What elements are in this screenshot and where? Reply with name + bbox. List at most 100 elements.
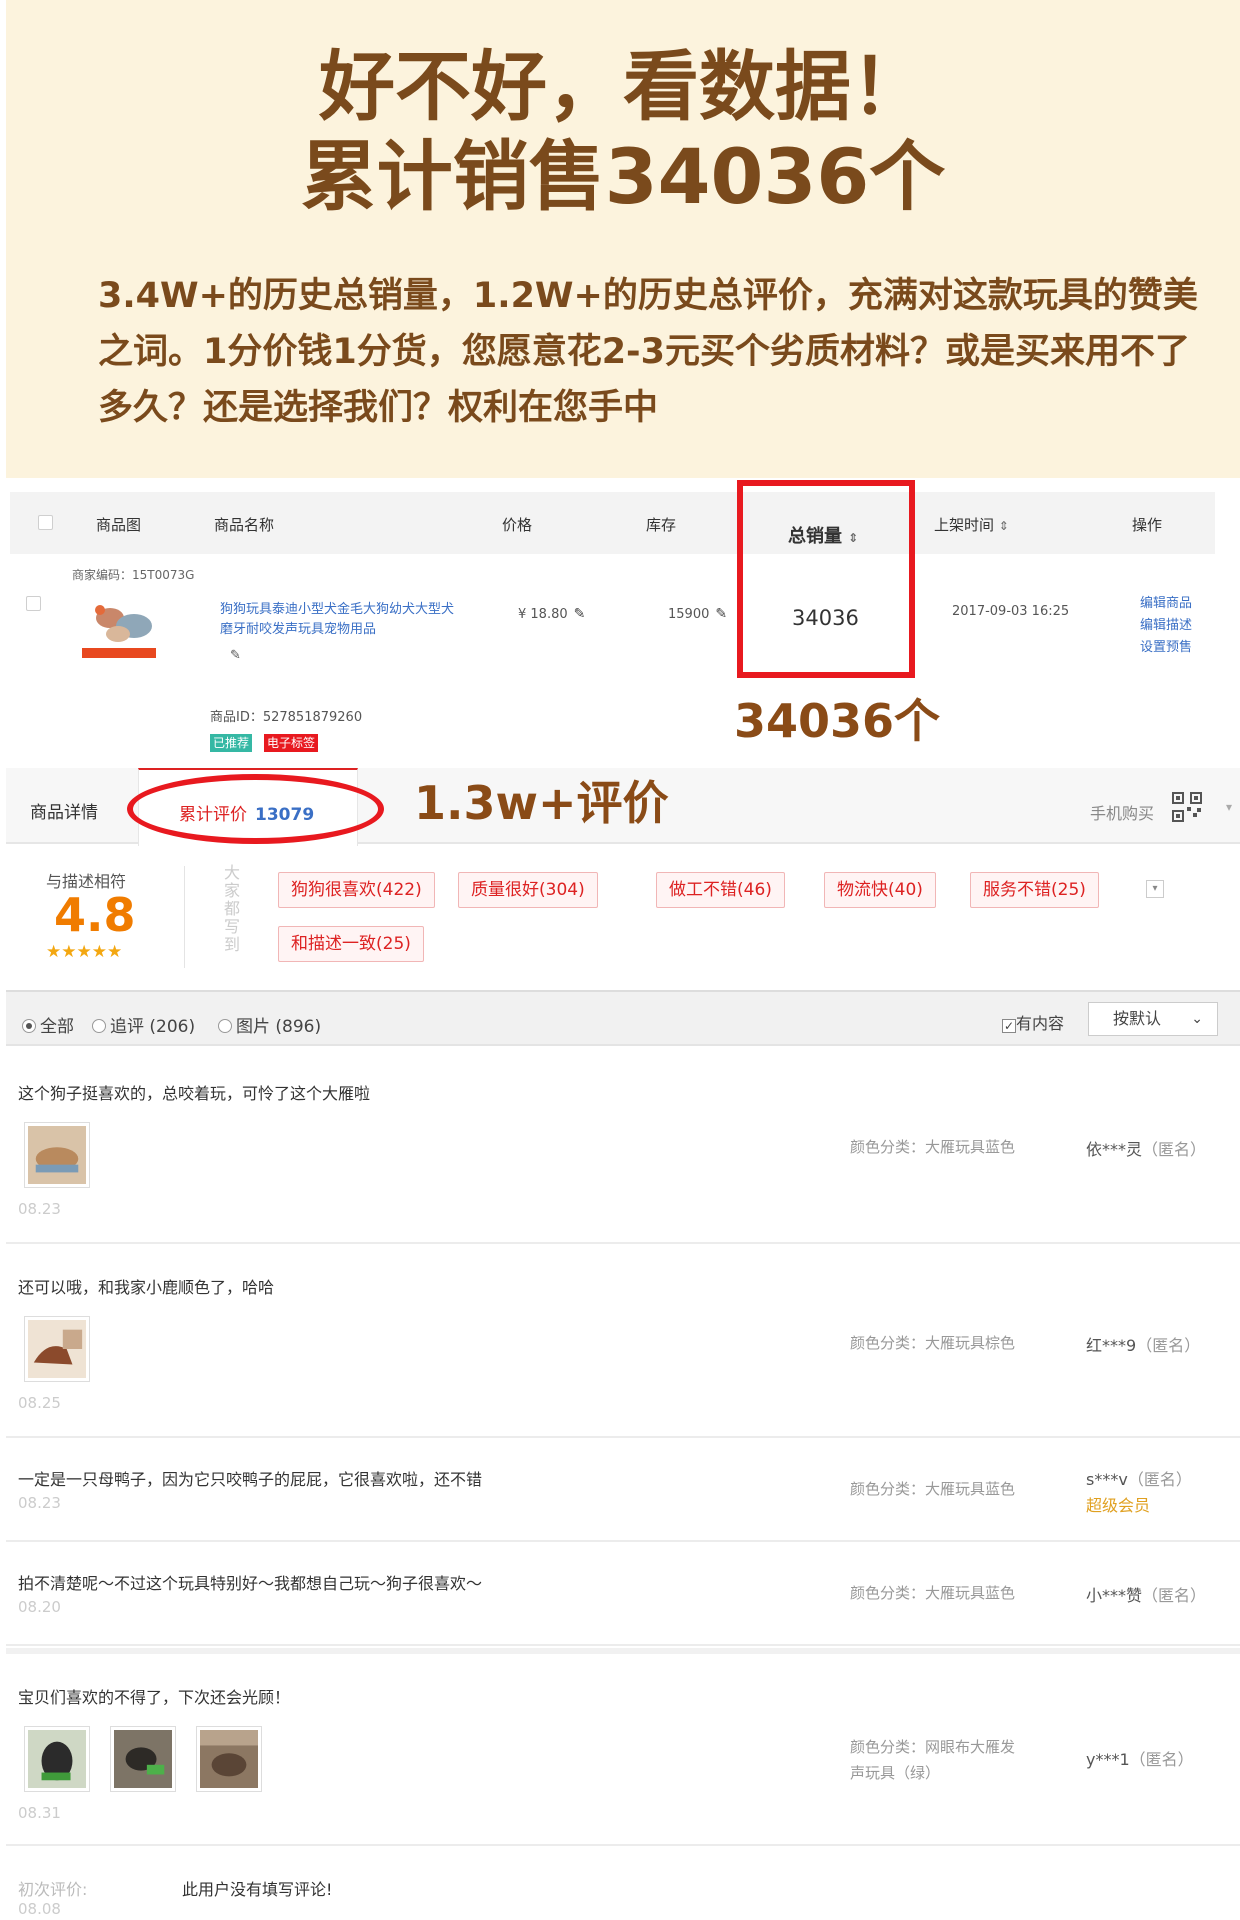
- review-photo-image: [200, 1730, 258, 1788]
- merchant-code: 商家编码：15T0073G: [72, 568, 195, 582]
- review-item: 这个狗子挺喜欢的，总咬着玩，可怜了这个大雁啦 08.23 颜色分类：大雁玩具蓝色…: [6, 1048, 1240, 1244]
- review-text: 这个狗子挺喜欢的，总咬着玩，可怜了这个大雁啦: [18, 1084, 371, 1103]
- review-text: 一定是一只母鸭子，因为它只咬鸭子的屁屁，它很喜欢啦，还不错: [18, 1470, 483, 1489]
- review-color-category: 颜色分类：大雁玩具棕色: [850, 1334, 1016, 1352]
- banner-description: 3.4W+的历史总销量，1.2W+的历史总评价，充满对这款玩具的赞美之词。1分价…: [98, 276, 1198, 428]
- expand-tags-chevron-icon[interactable]: ▾: [1146, 880, 1164, 898]
- review-date: 08.23: [18, 1494, 61, 1512]
- qr-code-icon[interactable]: [1172, 792, 1202, 822]
- tags-vertical-label: 大家都写到: [224, 863, 241, 954]
- review-user: 红***9（匿名）: [1086, 1336, 1201, 1355]
- banner-title-line1: 好不好，看数据！: [319, 42, 927, 131]
- review-user: y***1（匿名）: [1086, 1750, 1194, 1769]
- review-text: 拍不清楚呢～不过这个玩具特别好～我都想自己玩～狗子很喜欢～: [18, 1574, 483, 1593]
- header-image: 商品图: [96, 516, 142, 534]
- review-item: 拍不清楚呢～不过这个玩具特别好～我都想自己玩～狗子很喜欢～ 08.20 颜色分类…: [6, 1544, 1240, 1646]
- review-item: 还可以哦，和我家小鹿顺色了，哈哈 08.25 颜色分类：大雁玩具棕色 红***9…: [6, 1246, 1240, 1438]
- review-photo-image: [28, 1730, 86, 1788]
- edit-name-pencil-icon[interactable]: ✎: [230, 648, 241, 663]
- review-user: 依***灵（匿名）: [1086, 1140, 1207, 1159]
- vip-badge: 超级会员: [1086, 1496, 1151, 1515]
- review-date: 08.23: [18, 1200, 61, 1218]
- initial-review-text: 此用户没有填写评论!: [182, 1880, 333, 1899]
- header-price: 价格: [502, 516, 533, 534]
- checkmark-icon: ✓: [1002, 1019, 1016, 1033]
- has-content-checkbox[interactable]: ✓ 有内容: [1002, 1010, 1064, 1034]
- header-name: 商品名称: [214, 516, 275, 534]
- reviews-annotation: 1.3w+评价: [414, 776, 669, 830]
- review-tag-chip[interactable]: 狗狗很喜欢(422): [278, 872, 435, 908]
- electronic-label-tag: 电子标签: [264, 734, 319, 752]
- edit-product-link[interactable]: 编辑商品: [1140, 592, 1192, 611]
- promo-banner: 好不好，看数据！ 累计销售34036个 3.4W+的历史总销量，1.2W+的历史…: [6, 0, 1240, 478]
- review-photo[interactable]: [196, 1726, 262, 1792]
- review-item: 宝贝们喜欢的不得了，下次还会光顾！ 08.31 颜色分类：网眼布大雁发 声玩具（…: [6, 1648, 1240, 1846]
- review-tag-chip[interactable]: 质量很好(304): [458, 872, 598, 908]
- review-text: 还可以哦，和我家小鹿顺色了，哈哈: [18, 1278, 275, 1297]
- review-tag-chip[interactable]: 做工不错(46): [656, 872, 785, 908]
- review-photo[interactable]: [24, 1316, 90, 1382]
- edit-description-link[interactable]: 编辑描述: [1140, 614, 1192, 633]
- set-presale-link[interactable]: 设置预售: [1140, 636, 1192, 655]
- sort-icon[interactable]: ⇕: [999, 519, 1009, 533]
- product-id: 商品ID：527851879260: [210, 710, 363, 725]
- rating-score: 4.8: [54, 888, 136, 942]
- review-photo-image: [114, 1730, 172, 1788]
- review-color-category: 颜色分类：大雁玩具蓝色: [850, 1584, 1016, 1602]
- rating-summary: 与描述相符 4.8 ★★★★★ 大家都写到 狗狗很喜欢(422) 质量很好(30…: [6, 846, 1240, 988]
- review-photo[interactable]: [24, 1122, 90, 1188]
- review-date: 08.20: [18, 1598, 61, 1616]
- initial-review-item: 初次评价: 此用户没有填写评论! 08.08: [6, 1848, 1240, 1920]
- radio-selected-icon: [22, 1019, 36, 1033]
- reviews-highlight-ellipse: [127, 774, 384, 844]
- review-color-category: 颜色分类：大雁玩具蓝色: [850, 1480, 1016, 1498]
- select-all-checkbox[interactable]: [38, 515, 53, 530]
- divider: [184, 866, 185, 968]
- header-listed-time[interactable]: 上架时间 ⇕: [934, 514, 1009, 535]
- rating-stars-icon: ★★★★★: [46, 942, 123, 962]
- product-price: ¥ 18.80 ✎: [518, 606, 586, 622]
- edit-price-pencil-icon[interactable]: ✎: [574, 606, 586, 622]
- review-photo[interactable]: [24, 1726, 90, 1792]
- chevron-down-icon[interactable]: ▾: [1226, 800, 1232, 814]
- mobile-buy-label[interactable]: 手机购买: [1090, 800, 1154, 824]
- review-color-category: 颜色分类：大雁玩具蓝色: [850, 1138, 1016, 1156]
- table-header: 商品图 商品名称 价格 库存 总销量 ⇕ 上架时间 ⇕ 操作: [10, 492, 1215, 554]
- radio-icon: [218, 1019, 232, 1033]
- review-text: 宝贝们喜欢的不得了，下次还会光顾！: [18, 1688, 291, 1707]
- sales-highlight-box: [737, 480, 915, 678]
- radio-icon: [92, 1019, 106, 1033]
- banner-title-line2: 累计销售34036个: [300, 132, 946, 221]
- review-date: 08.08: [18, 1900, 61, 1918]
- edit-stock-pencil-icon[interactable]: ✎: [715, 606, 727, 622]
- review-item: 一定是一只母鸭子，因为它只咬鸭子的屁屁，它很喜欢啦，还不错 08.23 颜色分类…: [6, 1440, 1240, 1542]
- filter-followup-radio[interactable]: 追评 (206): [92, 1012, 195, 1037]
- initial-review-label: 初次评价:: [18, 1880, 88, 1899]
- header-stock: 库存: [646, 516, 677, 534]
- review-user: s***v（匿名）: [1086, 1470, 1192, 1489]
- header-actions: 操作: [1132, 516, 1163, 534]
- review-user: 小***赞（匿名）: [1086, 1586, 1207, 1605]
- product-name-link[interactable]: 狗狗玩具泰迪小型犬金毛大狗幼犬大型犬磨牙耐咬发声玩具宠物用品: [220, 600, 460, 640]
- filter-pictures-radio[interactable]: 图片 (896): [218, 1012, 321, 1037]
- review-date: 08.31: [18, 1804, 61, 1822]
- review-color-category-line2: 声玩具（绿）: [850, 1764, 941, 1782]
- review-photo-image: [28, 1320, 86, 1378]
- review-tag-chip[interactable]: 和描述一致(25): [278, 926, 424, 962]
- tab-product-details[interactable]: 商品详情: [30, 798, 98, 823]
- review-color-category-line1: 颜色分类：网眼布大雁发: [850, 1738, 1016, 1756]
- product-table: 商品图 商品名称 价格 库存 总销量 ⇕ 上架时间 ⇕ 操作 商家编码：15T0…: [10, 484, 1215, 764]
- review-date: 08.25: [18, 1394, 61, 1412]
- product-thumbnail[interactable]: [82, 596, 170, 662]
- filter-all-radio[interactable]: 全部: [22, 1012, 74, 1037]
- review-tag-chip[interactable]: 物流快(40): [824, 872, 936, 908]
- product-listed-time: 2017-09-03 16:25: [952, 604, 1070, 619]
- row-checkbox[interactable]: [26, 596, 41, 611]
- review-photo[interactable]: [110, 1726, 176, 1792]
- review-tag-chip[interactable]: 服务不错(25): [970, 872, 1099, 908]
- review-photo-image: [28, 1126, 86, 1184]
- sales-annotation: 34036个: [734, 694, 941, 748]
- product-stock: 15900 ✎: [668, 606, 728, 622]
- sort-select[interactable]: 按默认 ⌄: [1088, 1002, 1218, 1036]
- chevron-down-icon: ⌄: [1191, 1011, 1203, 1027]
